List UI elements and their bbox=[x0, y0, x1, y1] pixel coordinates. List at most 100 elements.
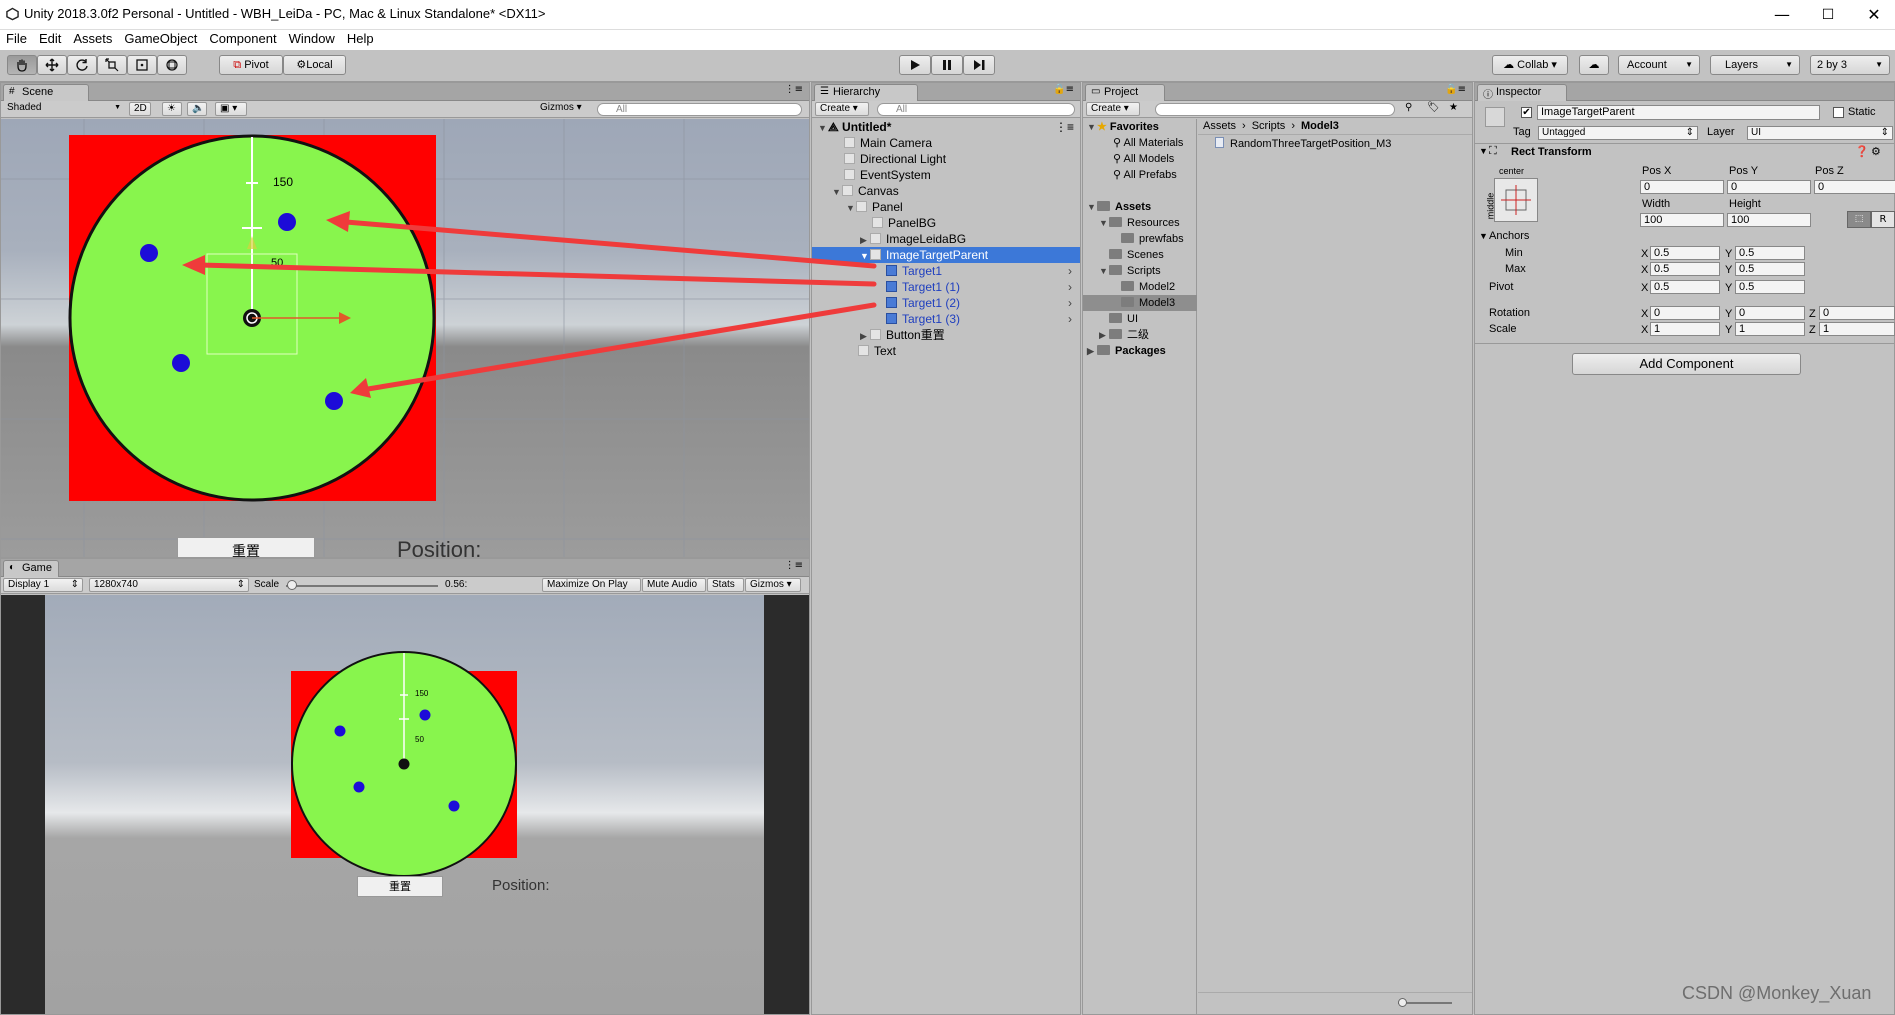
favorite-item[interactable]: ⚲ All Models bbox=[1083, 151, 1174, 167]
resolution-dropdown[interactable]: 1280x740 ⇕ bbox=[89, 578, 249, 592]
hierarchy-item[interactable]: ▶ Button重置 bbox=[812, 327, 1080, 343]
scale-tool-button[interactable] bbox=[97, 55, 127, 75]
anchor-min-y-input[interactable]: 0.5 bbox=[1735, 246, 1805, 260]
cloud-button[interactable]: ☁ bbox=[1579, 55, 1609, 75]
active-checkbox[interactable]: ✔ bbox=[1521, 107, 1532, 118]
display-dropdown[interactable]: Display 1 ⇕ bbox=[3, 578, 83, 592]
stats-toggle[interactable]: Stats bbox=[707, 578, 744, 592]
hierarchy-item-selected[interactable]: ▼ ImageTargetParent bbox=[812, 247, 1080, 263]
layers-dropdown[interactable]: Layers ▼ bbox=[1710, 55, 1800, 75]
anchor-preset-button[interactable] bbox=[1494, 178, 1538, 222]
audio-toggle[interactable]: 🔈 bbox=[187, 102, 207, 116]
filter-type-icon[interactable]: ⚲ bbox=[1405, 102, 1412, 113]
project-search-input[interactable] bbox=[1155, 103, 1395, 116]
scale-z-input[interactable]: 1 bbox=[1819, 322, 1895, 336]
move-tool-button[interactable] bbox=[37, 55, 67, 75]
object-name-input[interactable]: ImageTargetParent bbox=[1537, 105, 1820, 120]
menu-assets[interactable]: Assets bbox=[67, 30, 118, 46]
packages-header[interactable]: ▶ Packages bbox=[1083, 343, 1166, 359]
pivot-toggle[interactable]: ⧉ Pivot bbox=[219, 55, 283, 75]
panel-menu-icon[interactable]: ⋮≡ bbox=[785, 84, 803, 95]
gizmos-dropdown[interactable]: Gizmos ▾ bbox=[536, 102, 588, 116]
help-icon[interactable]: ❓ bbox=[1855, 145, 1869, 158]
favorite-item[interactable]: ⚲ All Prefabs bbox=[1083, 167, 1177, 183]
raw-edit-toggle[interactable]: R bbox=[1871, 211, 1895, 228]
create-dropdown[interactable]: Create ▾ bbox=[815, 102, 869, 116]
posx-input[interactable]: 0 bbox=[1640, 180, 1724, 194]
lighting-toggle[interactable]: ☀ bbox=[162, 102, 182, 116]
favorite-item[interactable]: ⚲ All Materials bbox=[1083, 135, 1183, 151]
menu-edit[interactable]: Edit bbox=[33, 30, 67, 46]
folder-item[interactable]: ▼ Scripts bbox=[1083, 263, 1161, 279]
effects-dropdown[interactable]: ▣ ▾ bbox=[215, 102, 247, 116]
hierarchy-item-prefab[interactable]: Target1 › bbox=[812, 263, 1080, 279]
chevron-right-icon[interactable]: › bbox=[1068, 295, 1072, 311]
menu-file[interactable]: File bbox=[0, 30, 33, 46]
chevron-right-icon[interactable]: › bbox=[1068, 311, 1072, 327]
folder-item-selected[interactable]: Model3 bbox=[1083, 295, 1197, 311]
hierarchy-item[interactable]: Text bbox=[812, 343, 1080, 359]
tag-dropdown[interactable]: Untagged ⇕ bbox=[1538, 126, 1698, 140]
game-view[interactable]: 150 50 重置 Position: bbox=[1, 595, 809, 1014]
step-button[interactable] bbox=[963, 55, 995, 75]
scale-slider-track[interactable] bbox=[286, 585, 438, 587]
gizmos-dropdown[interactable]: Gizmos ▾ bbox=[745, 578, 801, 592]
play-button[interactable] bbox=[899, 55, 931, 75]
width-input[interactable]: 100 bbox=[1640, 213, 1724, 227]
static-checkbox[interactable] bbox=[1833, 107, 1844, 118]
anchors-label[interactable]: Anchors bbox=[1489, 230, 1529, 242]
close-button[interactable]: ✕ bbox=[1851, 0, 1895, 30]
pivot-y-input[interactable]: 0.5 bbox=[1735, 280, 1805, 294]
anchor-max-x-input[interactable]: 0.5 bbox=[1650, 262, 1720, 276]
icon-size-slider-thumb[interactable] bbox=[1398, 998, 1407, 1007]
rotation-x-input[interactable]: 0 bbox=[1650, 306, 1720, 320]
folder-item[interactable]: Scenes bbox=[1083, 247, 1164, 263]
settings-icon[interactable]: ⚙ bbox=[1871, 145, 1881, 158]
tab-hierarchy[interactable]: ☰ Hierarchy bbox=[814, 84, 918, 101]
posy-input[interactable]: 0 bbox=[1727, 180, 1811, 194]
scene-root[interactable]: ▼⟁ Untitled* ⋮≡ bbox=[812, 119, 1080, 135]
menu-component[interactable]: Component bbox=[203, 30, 282, 46]
layer-dropdown[interactable]: UI ⇕ bbox=[1747, 126, 1893, 140]
menu-help[interactable]: Help bbox=[341, 30, 380, 46]
tab-game[interactable]: ◐ Game bbox=[3, 560, 59, 577]
hierarchy-item[interactable]: EventSystem bbox=[812, 167, 1080, 183]
pivot-x-input[interactable]: 0.5 bbox=[1650, 280, 1720, 294]
2d-toggle[interactable]: 2D bbox=[129, 102, 151, 116]
reset-button[interactable]: 重置 bbox=[357, 876, 443, 897]
anchor-min-x-input[interactable]: 0.5 bbox=[1650, 246, 1720, 260]
maximize-button[interactable]: ☐ bbox=[1805, 0, 1851, 30]
panel-menu-icon[interactable]: ⋮≡ bbox=[785, 560, 803, 571]
local-toggle[interactable]: ⚙Local bbox=[283, 55, 346, 75]
hierarchy-search-input[interactable]: All bbox=[877, 103, 1075, 116]
breadcrumb-item[interactable]: Scripts bbox=[1252, 120, 1286, 132]
rotation-y-input[interactable]: 0 bbox=[1735, 306, 1805, 320]
hierarchy-item-prefab[interactable]: Target1 (3) › bbox=[812, 311, 1080, 327]
rect-tool-button[interactable] bbox=[127, 55, 157, 75]
posz-input[interactable]: 0 bbox=[1814, 180, 1895, 194]
maximize-on-play-toggle[interactable]: Maximize On Play bbox=[542, 578, 641, 592]
chevron-right-icon[interactable]: › bbox=[1068, 263, 1072, 279]
rotate-tool-button[interactable] bbox=[67, 55, 97, 75]
account-dropdown[interactable]: Account ▼ bbox=[1618, 55, 1700, 75]
breadcrumb-item[interactable]: Model3 bbox=[1301, 120, 1339, 132]
hand-tool-button[interactable] bbox=[7, 55, 37, 75]
folder-item[interactable]: ▶ 二级 bbox=[1083, 327, 1149, 343]
scale-y-input[interactable]: 1 bbox=[1735, 322, 1805, 336]
hierarchy-item[interactable]: PanelBG bbox=[812, 215, 1080, 231]
scene-viewport[interactable]: 150 50 重置 Position: bbox=[1, 119, 809, 557]
menu-window[interactable]: Window bbox=[283, 30, 341, 46]
reset-button[interactable]: 重置 bbox=[177, 537, 315, 557]
collab-dropdown[interactable]: ☁ Collab ▾ bbox=[1492, 55, 1568, 75]
transform-tool-button[interactable] bbox=[157, 55, 187, 75]
tab-scene[interactable]: # Scene bbox=[3, 84, 89, 101]
shading-mode-dropdown[interactable]: Shaded ▼ bbox=[3, 102, 123, 116]
favorites-header[interactable]: ▼★ Favorites bbox=[1083, 119, 1159, 135]
rect-transform-header[interactable]: ▼ ⛶ Rect Transform ❓ ⚙ bbox=[1475, 145, 1894, 161]
hierarchy-item[interactable]: ▶ ImageLeidaBG bbox=[812, 231, 1080, 247]
anchor-max-y-input[interactable]: 0.5 bbox=[1735, 262, 1805, 276]
folder-item[interactable]: prewfabs bbox=[1083, 231, 1184, 247]
folder-item[interactable]: ▼ Resources bbox=[1083, 215, 1180, 231]
add-component-button[interactable]: Add Component bbox=[1572, 353, 1801, 375]
folder-item[interactable]: UI bbox=[1083, 311, 1138, 327]
